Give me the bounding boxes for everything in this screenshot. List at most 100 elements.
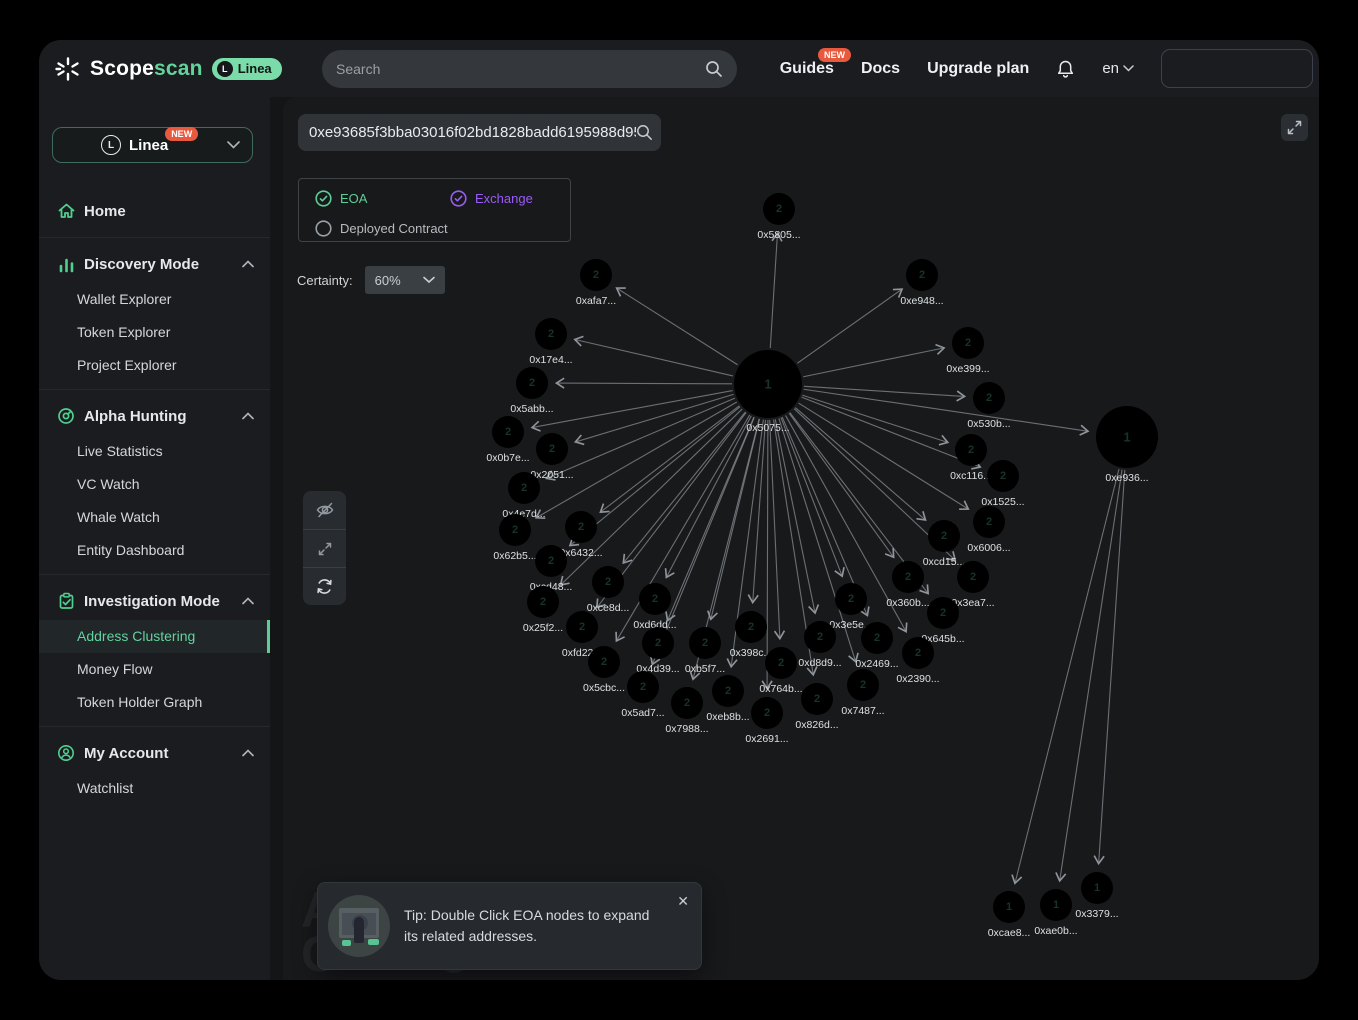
- filter-exchange[interactable]: Exchange: [450, 190, 554, 207]
- brand-name: Scopescan: [90, 57, 203, 81]
- graph-edge: [789, 413, 893, 557]
- graph-node[interactable]: 20x360b...: [886, 561, 929, 609]
- graph-edge: [803, 348, 943, 377]
- sidebar-item-project-explorer[interactable]: Project Explorer: [39, 349, 270, 382]
- graph-node[interactable]: 20x6432...: [559, 511, 602, 559]
- scopescan-logo-icon: [55, 56, 81, 82]
- graph-node[interactable]: 10xae0b...: [1034, 889, 1077, 937]
- sidebar-item-money-flow[interactable]: Money Flow: [39, 653, 270, 686]
- graph-node[interactable]: 20xafa7...: [576, 259, 616, 307]
- graph-node[interactable]: 20x5ad7...: [621, 671, 664, 719]
- sidebar-heading-discovery-mode[interactable]: Discovery Mode: [39, 245, 270, 283]
- svg-text:2: 2: [725, 685, 731, 697]
- linea-logo-icon: L: [101, 135, 121, 155]
- svg-text:2: 2: [521, 482, 527, 494]
- fullscreen-button[interactable]: [1281, 114, 1308, 141]
- graph-node[interactable]: 20xe948...: [900, 259, 943, 307]
- graph-edge: [667, 416, 752, 577]
- sidebar-item-address-clustering[interactable]: Address Clustering: [39, 620, 270, 653]
- graph-node[interactable]: 10xcae8...: [988, 891, 1031, 939]
- node-address-label: 0x360b...: [886, 597, 929, 609]
- nav-upgrade-plan[interactable]: Upgrade plan: [927, 60, 1029, 78]
- graph-node[interactable]: 20x3ea7...: [951, 561, 994, 609]
- svg-text:2: 2: [817, 631, 823, 643]
- sidebar-heading-my-account[interactable]: My Account: [39, 734, 270, 772]
- node-address-label: 0x3379...: [1075, 908, 1118, 920]
- graph-node[interactable]: 20x62b5...: [493, 514, 536, 562]
- chevron-up-icon: [242, 749, 254, 757]
- graph-node[interactable]: 20xcd15...: [923, 520, 966, 568]
- graph-node[interactable]: 10xe936...: [1096, 406, 1158, 484]
- graph-node[interactable]: 20x2691...: [745, 697, 788, 745]
- graph-edge: [1099, 470, 1125, 863]
- sidebar-item-whale-watch[interactable]: Whale Watch: [39, 501, 270, 534]
- sidebar-heading-label: Home: [84, 203, 126, 220]
- sidebar-heading-alpha-hunting[interactable]: Alpha Hunting: [39, 397, 270, 435]
- fullscreen-icon: [1287, 120, 1302, 135]
- certainty-control: Certainty: 60%: [297, 266, 445, 294]
- svg-text:2: 2: [593, 269, 599, 281]
- filter-eoa[interactable]: EOA: [315, 190, 450, 207]
- svg-text:2: 2: [702, 637, 708, 649]
- node-address-label: 0xd8d9...: [798, 657, 841, 669]
- nav-docs[interactable]: Docs: [861, 60, 900, 78]
- graph-node[interactable]: 20x5805...: [757, 193, 800, 241]
- address-input[interactable]: [309, 124, 636, 141]
- unchecked-circle-icon: [315, 220, 332, 237]
- notification-bell-icon[interactable]: [1056, 59, 1075, 79]
- graph-node[interactable]: 20x398c...: [730, 611, 773, 659]
- hide-labels-button[interactable]: [303, 491, 346, 529]
- graph-node[interactable]: 20xeb8b...: [706, 675, 749, 723]
- sidebar-item-watchlist[interactable]: Watchlist: [39, 772, 270, 805]
- search-icon[interactable]: [636, 124, 653, 141]
- graph-node[interactable]: 20x6006...: [967, 506, 1010, 554]
- graph-node[interactable]: 20x5abb...: [510, 367, 553, 415]
- graph-node[interactable]: 10x3379...: [1075, 872, 1118, 920]
- brand[interactable]: Scopescan L Linea: [55, 40, 282, 97]
- certainty-select[interactable]: 60%: [365, 266, 445, 294]
- graph-node[interactable]: 20x25f2...: [523, 586, 563, 634]
- sidebar-item-live-statistics[interactable]: Live Statistics: [39, 435, 270, 468]
- sidebar-item-token-holder-graph[interactable]: Token Holder Graph: [39, 686, 270, 719]
- graph-node[interactable]: 20x530b...: [967, 382, 1010, 430]
- svg-text:2: 2: [579, 621, 585, 633]
- search-input[interactable]: [336, 61, 705, 77]
- node-address-label: 0x0b7e...: [486, 452, 529, 464]
- wallet-connect-button[interactable]: [1161, 49, 1313, 88]
- network-select[interactable]: L Linea NEW: [52, 127, 253, 163]
- sidebar-heading-home[interactable]: Home: [39, 192, 270, 230]
- close-icon[interactable]: ✕: [677, 893, 689, 910]
- refresh-graph-button[interactable]: [303, 567, 346, 605]
- nav-guides[interactable]: Guides NEW: [780, 60, 834, 78]
- sidebar-item-entity-dashboard[interactable]: Entity Dashboard: [39, 534, 270, 567]
- graph-node[interactable]: 20x1525...: [981, 460, 1024, 508]
- graph-node[interactable]: 20x3e5e...: [829, 583, 872, 631]
- graph-node[interactable]: 20x2051...: [530, 433, 573, 481]
- graph-node[interactable]: 20x7487...: [841, 669, 884, 717]
- target-icon: [55, 407, 77, 425]
- expand-icon: [316, 540, 334, 558]
- node-address-label: 0x2469...: [855, 658, 898, 670]
- chevron-up-icon: [242, 260, 254, 268]
- sidebar-item-vc-watch[interactable]: VC Watch: [39, 468, 270, 501]
- graph-node[interactable]: 20xd6dd...: [633, 583, 676, 631]
- language-selector[interactable]: en: [1102, 60, 1134, 77]
- graph-node[interactable]: 10x5075...: [734, 350, 802, 434]
- sidebar-item-wallet-explorer[interactable]: Wallet Explorer: [39, 283, 270, 316]
- graph-node[interactable]: 20x17e4...: [529, 318, 572, 366]
- graph-node[interactable]: 20xb5f7...: [685, 627, 725, 675]
- refresh-icon: [315, 577, 334, 596]
- graph-node[interactable]: 20xe399...: [946, 327, 989, 375]
- graph-node[interactable]: 20x4d39...: [636, 627, 679, 675]
- filter-deployed-contract[interactable]: Deployed Contract: [315, 220, 554, 237]
- certainty-label: Certainty:: [297, 273, 353, 288]
- chevron-up-icon: [242, 597, 254, 605]
- fit-view-button[interactable]: [303, 529, 346, 567]
- svg-text:2: 2: [652, 593, 658, 605]
- graph-node[interactable]: 20x0b7e...: [486, 416, 529, 464]
- header-network-badge: L Linea: [212, 58, 282, 80]
- sidebar-heading-investigation-mode[interactable]: Investigation Mode: [39, 582, 270, 620]
- sidebar-item-token-explorer[interactable]: Token Explorer: [39, 316, 270, 349]
- sidebar-section-investigation-mode: Investigation ModeAddress ClusteringMone…: [39, 574, 270, 726]
- graph-node[interactable]: 20x7988...: [665, 687, 708, 735]
